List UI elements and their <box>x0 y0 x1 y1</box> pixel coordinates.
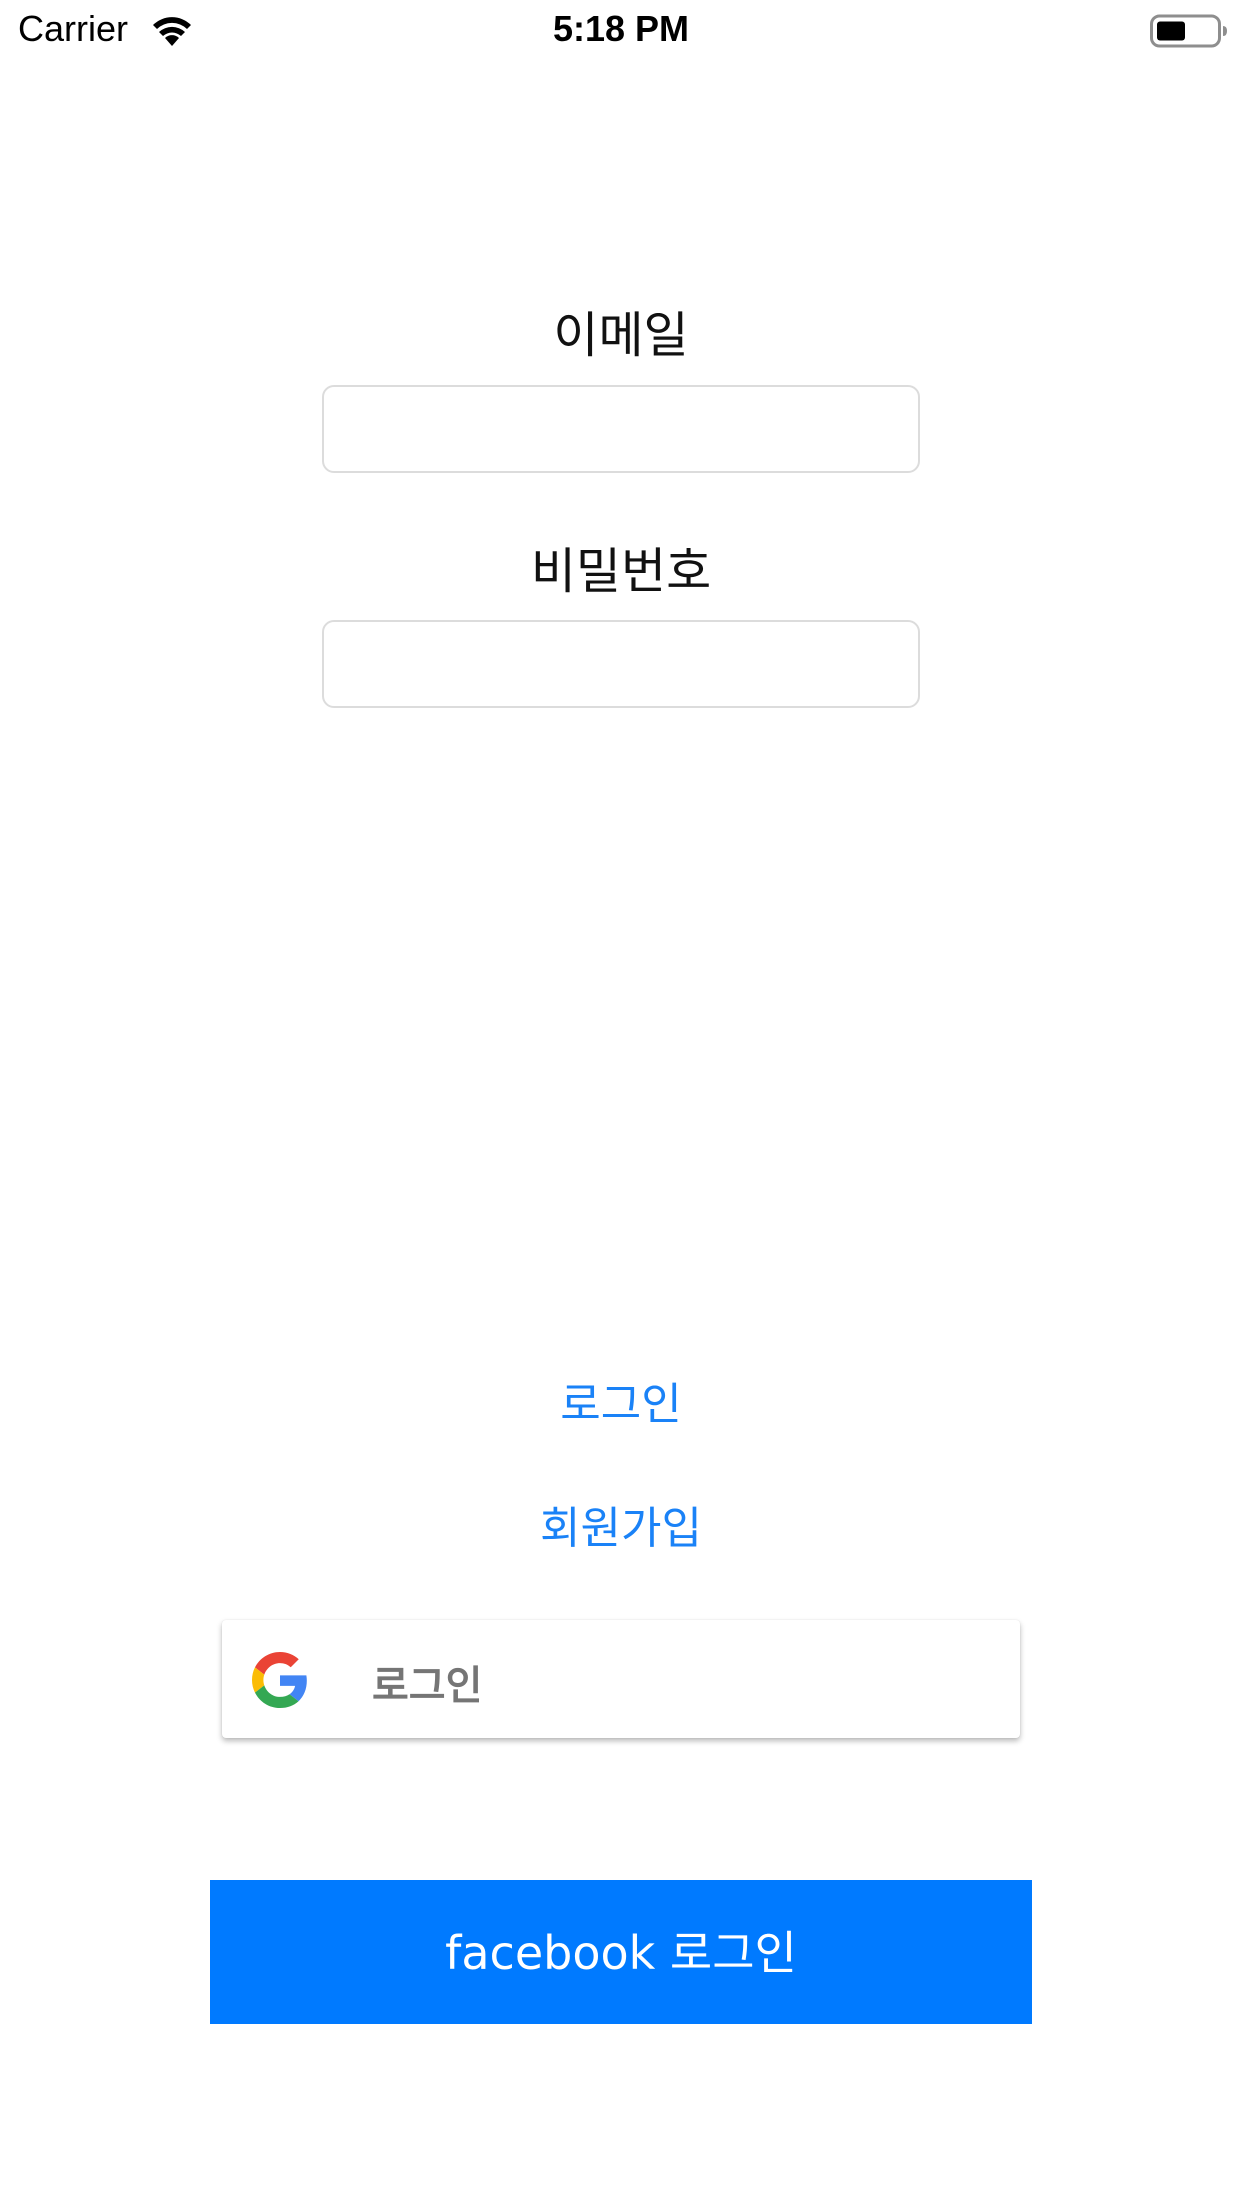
clock: 5:18 PM <box>552 8 690 49</box>
password-label: 비밀번호 <box>530 543 712 600</box>
battery-icon <box>1150 14 1227 48</box>
google-login-button[interactable]: 로그인 <box>222 1620 1020 1738</box>
status-bar: Carrier 5:18 PM <box>0 0 1242 62</box>
google-login-label: 로그인 <box>372 1663 483 1709</box>
email-label: 이메일 <box>553 307 689 364</box>
login-button[interactable]: 로그인 <box>0 1368 1242 1432</box>
facebook-login-button[interactable]: facebook 로그인 <box>210 1880 1032 2024</box>
google-g-icon <box>252 1652 307 1708</box>
email-field[interactable] <box>322 385 920 473</box>
login-screen: Carrier 5:18 PM 이메일 비밀번호 로그인 회원가입 로그인 fa… <box>0 0 1242 2208</box>
signup-button[interactable]: 회원가입 <box>0 1492 1242 1556</box>
password-field[interactable] <box>322 620 920 708</box>
